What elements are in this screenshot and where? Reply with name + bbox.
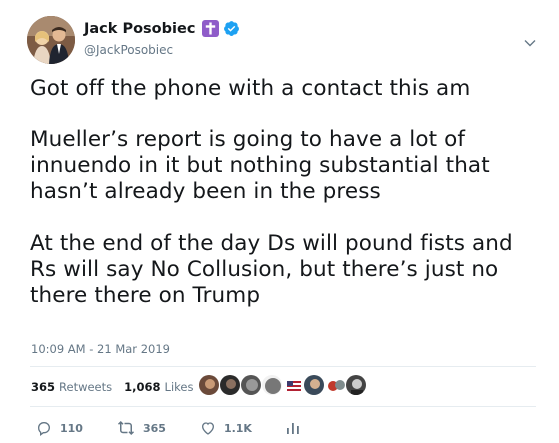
tweet-actions: 110 365 1.1K [36, 420, 342, 436]
tweet-paragraph: At the end of the day Ds will pound fist… [30, 231, 513, 308]
name-row: Jack Posobiec [84, 20, 240, 37]
liker-avatar[interactable] [219, 374, 241, 396]
retweet-count: 365 [142, 421, 166, 435]
tweet-card: Jack Posobiec @JackPosobiec Got off the … [0, 0, 559, 443]
user-handle[interactable]: @JackPosobiec [84, 43, 173, 57]
verified-badge-icon [224, 21, 240, 36]
liker-avatar[interactable] [282, 374, 304, 396]
tweet-paragraph: Mueller’s report is going to have a lot … [30, 127, 490, 204]
retweet-action[interactable]: 365 [117, 420, 166, 436]
divider [30, 366, 536, 367]
tweet-text: Got off the phone with a contact this am… [30, 76, 535, 335]
reply-count: 110 [60, 421, 83, 435]
engagement-stats: 365 Retweets 1,068 Likes [31, 380, 205, 394]
liker-avatar[interactable] [303, 374, 325, 396]
retweets-count: 365 [31, 380, 56, 394]
retweets-label: Retweets [59, 380, 113, 394]
liker-avatar[interactable] [198, 374, 220, 396]
like-count: 1.1K [223, 421, 252, 435]
liker-avatar[interactable] [324, 374, 346, 396]
liker-avatar[interactable] [240, 374, 262, 396]
heart-icon [201, 422, 214, 435]
latin-cross-icon [202, 20, 220, 37]
divider [30, 406, 536, 407]
tweet-paragraph: Got off the phone with a contact this am [30, 76, 471, 101]
display-name[interactable]: Jack Posobiec [84, 21, 195, 37]
likes-label: Likes [164, 380, 194, 394]
tweet-timestamp[interactable]: 10:09 AM - 21 Mar 2019 [31, 342, 170, 356]
liker-avatar[interactable] [345, 374, 367, 396]
like-action[interactable]: 1.1K [200, 420, 252, 436]
reply-action[interactable]: 110 [36, 420, 83, 436]
reply-icon [37, 422, 51, 436]
retweets-stat[interactable]: 365 Retweets [31, 380, 112, 394]
likes-count: 1,068 [124, 380, 161, 394]
retweet-icon [117, 420, 134, 436]
likes-stat[interactable]: 1,068 Likes [124, 380, 193, 394]
chevron-down-icon[interactable] [523, 36, 537, 50]
avatar[interactable] [27, 16, 75, 64]
analytics-action[interactable] [286, 421, 308, 435]
liker-avatar[interactable] [261, 374, 283, 396]
liker-avatars [198, 374, 367, 396]
analytics-icon [286, 423, 299, 434]
